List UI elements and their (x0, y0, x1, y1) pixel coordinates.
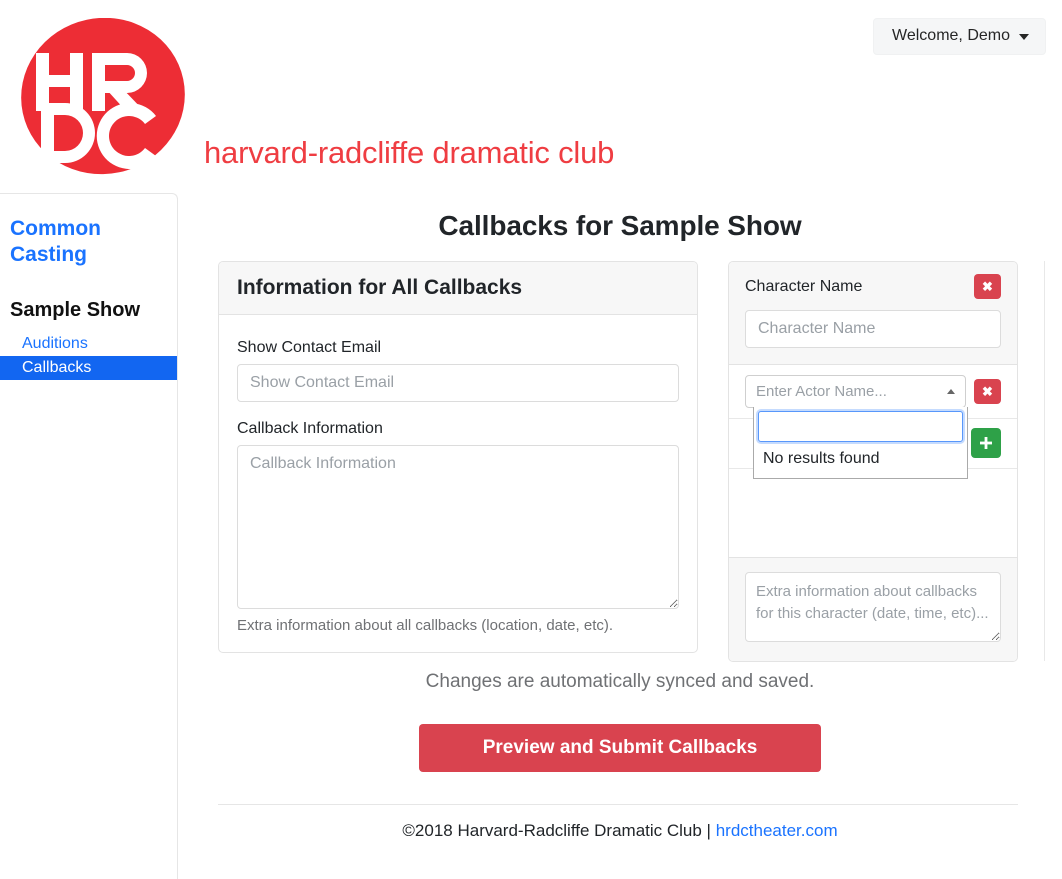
main-content: Callbacks for Sample Show Information fo… (178, 193, 1062, 879)
show-contact-email-input[interactable] (237, 364, 679, 402)
page-title: Callbacks for Sample Show (438, 210, 802, 241)
sync-status-text: Changes are automatically synced and sav… (425, 671, 815, 692)
remove-character-button[interactable]: ✖ (974, 274, 1001, 299)
sidebar-item-auditions[interactable]: Auditions (0, 332, 177, 356)
page-root: harvard-radcliffe dramatic club Welcome,… (0, 0, 1062, 879)
info-card-title: Information for All Callbacks (237, 276, 523, 299)
footer: ©2018 Harvard-Radcliffe Dramatic Club | … (178, 821, 1062, 841)
character-name-input[interactable] (745, 310, 1001, 348)
sidebar-show-title: Sample Show (10, 298, 141, 321)
show-contact-email-label: Show Contact Email (237, 339, 382, 356)
actor-select[interactable]: Enter Actor Name... (745, 375, 966, 408)
actor-list-empty-area (729, 469, 1017, 557)
sidebar: Common Casting Sample Show Auditions Cal… (0, 193, 178, 879)
character-card-footer (729, 557, 1017, 661)
sidebar-item-callbacks[interactable]: Callbacks (0, 355, 177, 380)
info-card: Information for All Callbacks Show Conta… (218, 261, 698, 653)
character-actor-area: Enter Actor Name... ✖ No results found (729, 365, 1017, 557)
character-name-label: Character Name (745, 277, 863, 295)
footer-divider (218, 804, 1018, 805)
submit-area: Preview and Submit Callbacks (178, 724, 1062, 772)
chevron-down-icon (1019, 34, 1029, 40)
brand-tagline: harvard-radcliffe dramatic club (204, 135, 615, 170)
actor-select-dropdown: No results found (753, 407, 968, 479)
footer-site-link[interactable]: hrdctheater.com (716, 821, 838, 840)
callback-information-help: Extra information about all callbacks (l… (237, 617, 614, 634)
actor-select-placeholder: Enter Actor Name... (756, 383, 887, 400)
character-card-header: Character Name ✖ (729, 262, 1017, 365)
close-icon: ✖ (982, 279, 993, 294)
site-brand: harvard-radcliffe dramatic club (0, 0, 700, 190)
close-icon: ✖ (982, 384, 993, 399)
sidebar-item-common-casting[interactable]: Common Casting (0, 216, 177, 269)
next-column-edge (1044, 261, 1045, 661)
callback-information-textarea[interactable] (237, 445, 679, 609)
actor-search-no-results: No results found (763, 450, 880, 467)
footer-copyright: ©2018 Harvard-Radcliffe Dramatic Club | (402, 821, 716, 840)
welcome-user-label: Welcome, Demo (892, 27, 1010, 44)
plus-icon (980, 437, 992, 449)
sidebar-subnav: Auditions Callbacks (0, 332, 177, 380)
chevron-up-icon (947, 389, 955, 394)
callback-information-label: Callback Information (237, 420, 383, 437)
hrdc-logo-icon (21, 18, 185, 175)
info-card-body: Show Contact Email Callback Information … (219, 315, 697, 652)
character-notes-textarea[interactable] (745, 572, 1001, 642)
info-card-header: Information for All Callbacks (219, 262, 697, 315)
actor-search-input[interactable] (758, 411, 963, 442)
preview-and-submit-callbacks-button[interactable]: Preview and Submit Callbacks (419, 724, 821, 772)
remove-actor-button[interactable]: ✖ (974, 379, 1001, 404)
character-card: Character Name ✖ Enter Actor Name... (728, 261, 1018, 662)
welcome-user-dropdown[interactable]: Welcome, Demo (873, 18, 1046, 55)
add-actor-button[interactable] (971, 428, 1001, 458)
